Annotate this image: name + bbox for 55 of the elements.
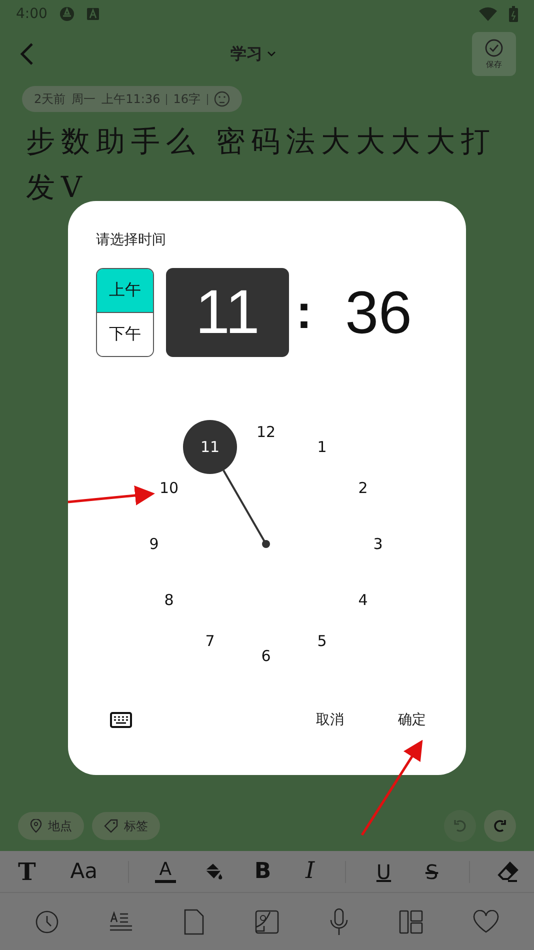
note-info-text: 周一 (72, 90, 96, 108)
underline-button[interactable]: U (372, 862, 396, 882)
note-text-line: 发V (26, 170, 88, 204)
selected-hour-number[interactable]: 11 (183, 420, 237, 474)
keyboard-icon[interactable] (110, 712, 132, 728)
hour-number[interactable]: 8 (164, 591, 174, 609)
back-icon[interactable] (20, 42, 34, 66)
image-icon[interactable] (255, 910, 279, 934)
keyboard-notification-icon (87, 8, 100, 20)
app-notification-icon (59, 6, 76, 22)
hour-number[interactable]: 6 (261, 647, 271, 665)
text-color-button[interactable]: A (155, 860, 176, 882)
note-info-text: 16字 (173, 90, 201, 108)
layout-icon[interactable] (399, 910, 423, 934)
time-separator: : (295, 285, 313, 340)
dialog-title: 请选择时间 (96, 231, 167, 249)
tag-icon (104, 819, 118, 833)
note-info-text: 上午11:36 (102, 90, 160, 108)
location-pin-icon (30, 819, 42, 833)
font-size-button[interactable]: Aa (66, 861, 102, 882)
hour-number[interactable]: 2 (358, 479, 368, 497)
text-style-button[interactable]: T (14, 860, 40, 884)
period-option[interactable]: 上午 (97, 269, 153, 312)
document-icon[interactable] (183, 908, 205, 934)
hour-number[interactable]: 1 (317, 438, 327, 456)
eraser-icon[interactable] (496, 860, 520, 884)
undo-icon (453, 819, 467, 833)
chevron-down-icon[interactable] (266, 51, 276, 57)
clock-icon[interactable] (35, 910, 59, 934)
cancel-button[interactable]: 取消 (304, 705, 356, 735)
note-text-line: 步数助手么 密码法大大大大打 (26, 124, 496, 158)
text-format-icon[interactable] (109, 910, 133, 934)
note-info-text: 2天前 (34, 90, 66, 108)
hour-display[interactable]: 11 (166, 268, 289, 357)
hour-number[interactable]: 3 (373, 535, 383, 553)
bold-button[interactable]: B (250, 860, 276, 882)
italic-button[interactable]: I (302, 860, 319, 883)
wifi-icon (479, 7, 497, 21)
hour-number[interactable]: 12 (256, 423, 276, 441)
mood-face-icon[interactable] (214, 91, 230, 107)
confirm-button[interactable]: 确定 (386, 705, 438, 735)
heart-icon[interactable] (473, 910, 499, 934)
hour-number[interactable]: 10 (159, 479, 179, 497)
hour-number[interactable]: 4 (358, 591, 368, 609)
hour-number[interactable]: 7 (205, 632, 215, 650)
strikethrough-button[interactable]: S (421, 862, 442, 882)
check-circle-icon (485, 38, 503, 56)
redo-button[interactable] (484, 810, 516, 842)
hour-number[interactable]: 5 (317, 632, 327, 650)
hour-number[interactable]: 9 (149, 535, 159, 553)
microphone-icon[interactable] (329, 908, 349, 936)
period-option[interactable]: 下午 (97, 312, 153, 356)
battery-icon (509, 6, 518, 22)
redo-icon (493, 819, 507, 833)
minute-display[interactable]: 36 (319, 278, 438, 347)
